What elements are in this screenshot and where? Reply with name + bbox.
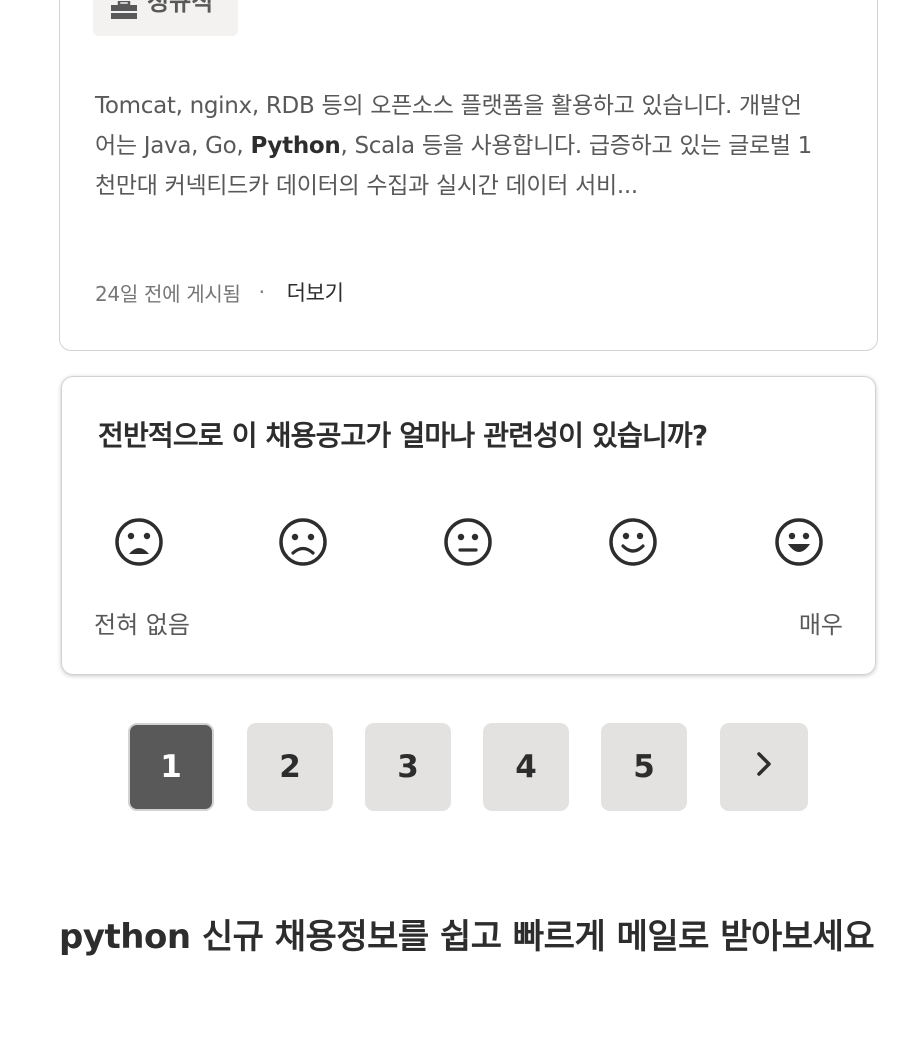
- survey-question: 전반적으로 이 채용공고가 얼마나 관련성이 있습니까?: [98, 419, 708, 452]
- page-button-5[interactable]: 5: [601, 723, 687, 811]
- briefcase-icon: [111, 0, 137, 19]
- job-snippet: Tomcat, nginx, RDB 등의 오픈소스 플랫폼을 활용하고 있습니…: [95, 86, 815, 206]
- page-button-3[interactable]: 3: [365, 723, 451, 811]
- scale-low-label: 전혀 없음: [94, 611, 190, 639]
- alert-keyword: python: [59, 917, 191, 957]
- job-card[interactable]: 정규직 Tomcat, nginx, RDB 등의 오픈소스 플랫폼을 활용하고…: [59, 0, 878, 351]
- meta-separator: ·: [258, 280, 265, 304]
- job-meta: 24일 전에 게시됨 · 더보기: [95, 277, 344, 307]
- page-button-2[interactable]: 2: [247, 723, 333, 811]
- relevance-survey: 전반적으로 이 채용공고가 얼마나 관련성이 있습니까? 전혀 없음 매우: [61, 376, 876, 675]
- neutral-face-icon[interactable]: [442, 516, 494, 568]
- posted-date: 24일 전에 게시됨: [95, 281, 241, 306]
- grin-face-icon[interactable]: [773, 516, 825, 568]
- snippet-keyword: Python: [250, 133, 341, 159]
- email-alert-heading: python 신규 채용정보를 쉽고 빠르게 메일로 받아보세요: [59, 912, 879, 963]
- scale-high-label: 매우: [798, 611, 843, 639]
- chevron-right-icon: [754, 749, 774, 785]
- job-type-label: 정규직: [147, 0, 214, 16]
- next-page-button[interactable]: [720, 723, 808, 811]
- job-type-badge: 정규직: [93, 0, 238, 36]
- sad-face-icon[interactable]: [277, 516, 329, 568]
- pagination: 1 2 3 4 5: [128, 723, 808, 811]
- very-sad-face-icon[interactable]: [113, 516, 165, 568]
- page-button-1[interactable]: 1: [128, 723, 214, 811]
- alert-text: 신규 채용정보를 쉽고 빠르게 메일로 받아보세요: [190, 917, 875, 957]
- page-button-4[interactable]: 4: [483, 723, 569, 811]
- more-link[interactable]: 더보기: [287, 277, 344, 307]
- smile-face-icon[interactable]: [607, 516, 659, 568]
